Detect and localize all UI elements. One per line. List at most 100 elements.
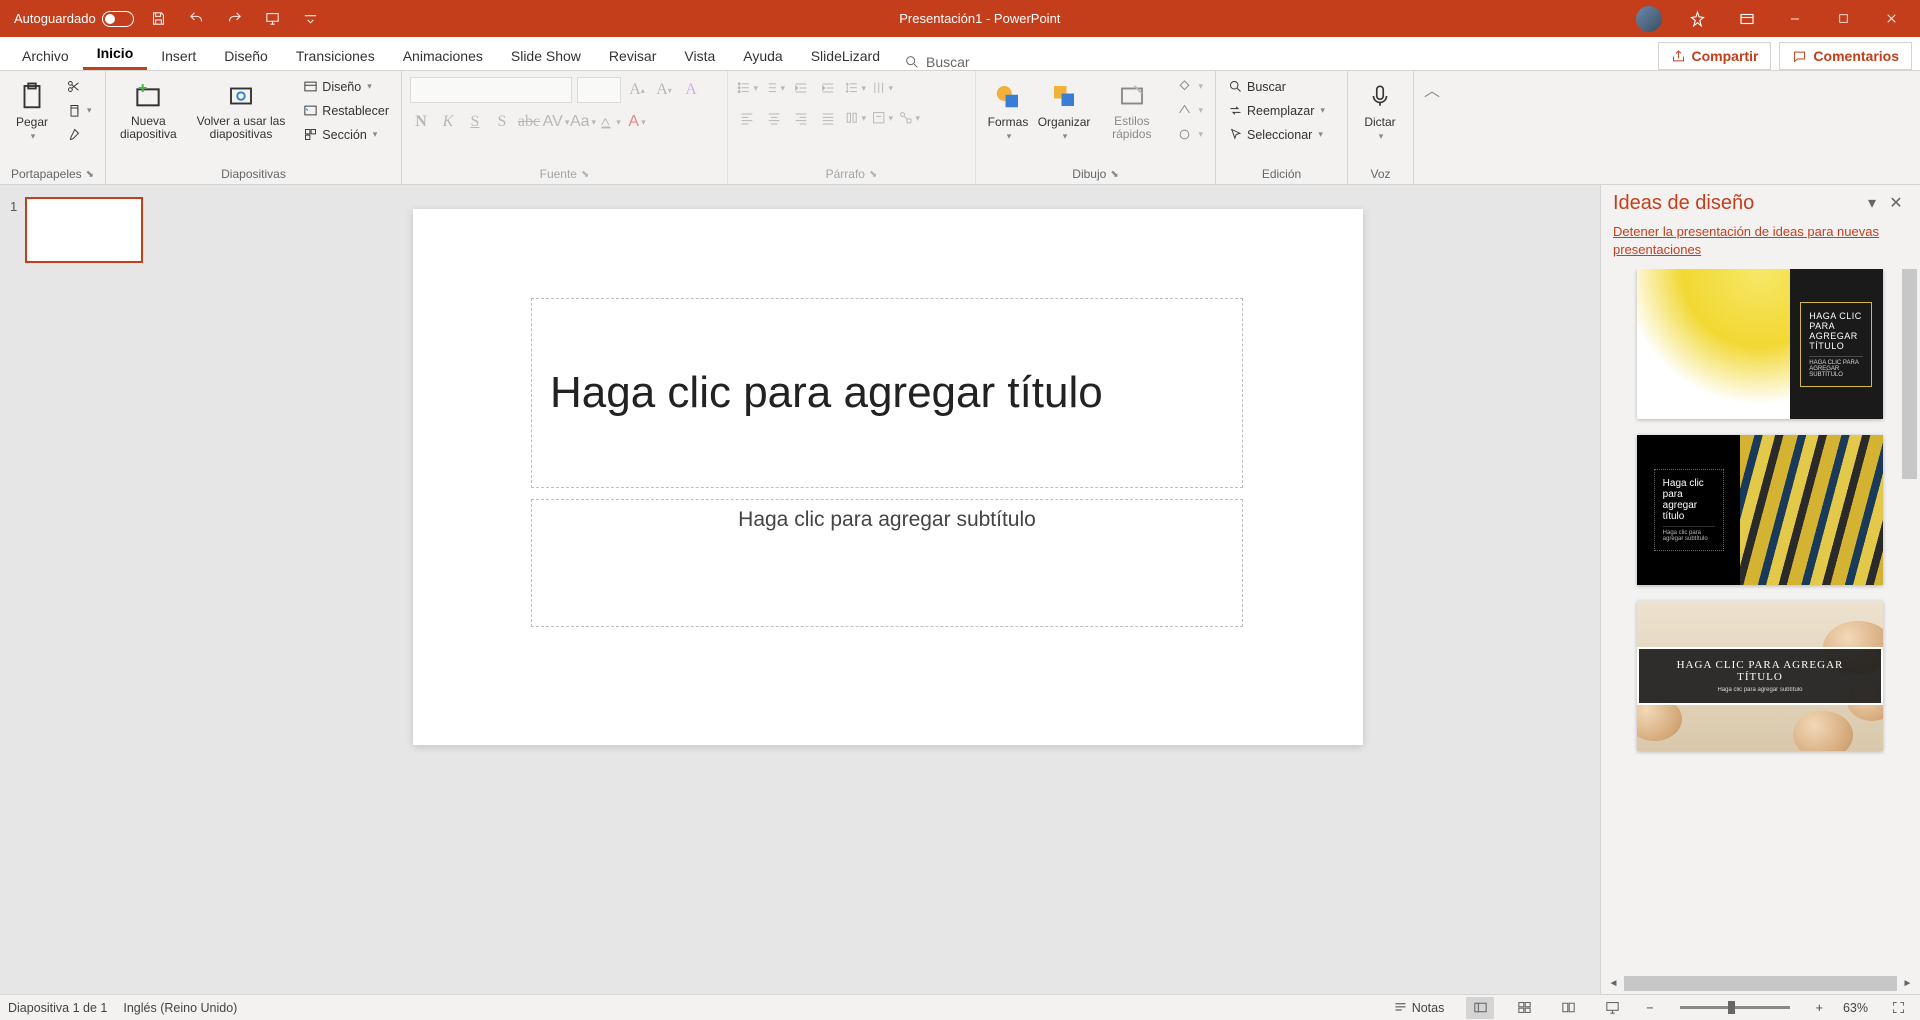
clear-format-button[interactable]: A [680,79,702,101]
design-idea-3[interactable]: HAGA CLIC PARA AGREGAR TÍTULOHaga clic p… [1637,601,1883,751]
increase-indent-button[interactable] [817,77,839,99]
dictate-button[interactable]: Dictar▾ [1356,75,1404,146]
font-name-combo[interactable] [410,77,572,103]
coming-soon-button[interactable] [1676,0,1722,37]
tab-revisar[interactable]: Revisar [595,41,670,70]
close-button[interactable] [1868,0,1914,37]
autosave-toggle[interactable]: Autoguardado [14,11,134,27]
format-painter-button[interactable] [62,125,96,144]
reading-view-button[interactable] [1554,997,1582,1019]
find-button[interactable]: Buscar [1224,77,1329,96]
stop-ideas-link[interactable]: Detener la presentación de ideas para nu… [1601,221,1920,269]
decrease-indent-button[interactable] [790,77,812,99]
section-button[interactable]: Sección▾ [299,125,393,144]
subtitle-placeholder[interactable]: Haga clic para agregar subtítulo [531,499,1243,627]
normal-view-button[interactable] [1466,997,1494,1019]
underline-button[interactable]: S [464,111,486,133]
numbering-button[interactable]: ▾ [763,77,785,99]
grow-font-button[interactable]: A▴ [626,79,648,101]
shape-effects-button[interactable]: ▾ [1173,125,1207,144]
align-right-button[interactable] [790,107,812,129]
language-indicator[interactable]: Inglés (Reino Unido) [123,1001,237,1015]
design-idea-2[interactable]: Haga clic para agregar títuloHaga clic p… [1637,435,1883,585]
tab-slidelizard[interactable]: SlideLizard [797,41,894,70]
display-options-button[interactable] [1724,0,1770,37]
pane-horizontal-scrollbar[interactable]: ◄► [1605,975,1916,992]
save-button[interactable] [146,6,172,32]
zoom-level[interactable]: 63% [1843,1001,1868,1015]
tab-animaciones[interactable]: Animaciones [389,41,497,70]
highlight-button[interactable]: ▾ [599,111,621,133]
qat-customize-button[interactable] [298,6,324,32]
dialog-launcher-icon[interactable]: ⬊ [869,169,877,180]
fit-to-window-button[interactable] [1884,997,1912,1019]
align-left-button[interactable] [736,107,758,129]
shapes-button[interactable]: Formas▾ [984,75,1032,146]
tell-me-search[interactable]: Buscar [894,54,980,70]
select-button[interactable]: Seleccionar▾ [1224,125,1329,144]
strikethrough-button[interactable]: abc [518,111,540,133]
share-button[interactable]: Compartir [1658,42,1772,70]
tab-transiciones[interactable]: Transiciones [282,41,389,70]
paste-button[interactable]: Pegar ▾ [8,75,56,146]
pane-options-button[interactable]: ▾ [1860,191,1884,215]
shape-fill-button[interactable]: ▾ [1173,77,1207,96]
zoom-in-button[interactable]: + [1812,1001,1827,1015]
slideshow-from-start-button[interactable] [260,6,286,32]
tab-vista[interactable]: Vista [670,41,729,70]
italic-button[interactable]: K [437,111,459,133]
sorter-view-button[interactable] [1510,997,1538,1019]
arrange-button[interactable]: Organizar▾ [1038,75,1090,146]
title-placeholder[interactable]: Haga clic para agregar título [531,298,1243,488]
bold-button[interactable]: N [410,111,432,133]
line-spacing-button[interactable]: ▾ [844,77,866,99]
notes-toggle[interactable]: Notas [1387,1000,1451,1015]
comments-button[interactable]: Comentarios [1779,42,1912,70]
tab-archivo[interactable]: Archivo [8,41,83,70]
bullets-button[interactable]: ▾ [736,77,758,99]
slideshow-view-button[interactable] [1598,997,1626,1019]
tab-diseno[interactable]: Diseño [210,41,282,70]
justify-button[interactable] [817,107,839,129]
reuse-slides-button[interactable]: Volver a usar las diapositivas [189,75,294,145]
zoom-out-button[interactable]: − [1642,1001,1657,1015]
copy-button[interactable]: ▾ [62,101,96,120]
cut-button[interactable] [62,77,96,96]
collapse-ribbon-button[interactable]: ︿ [1414,71,1450,107]
slide-editing-area[interactable]: Haga clic para agregar título Haga clic … [176,185,1600,994]
slide-thumbnails-panel[interactable]: 1 [0,185,176,994]
smartart-button[interactable]: ▾ [898,107,920,129]
shape-outline-button[interactable]: ▾ [1173,101,1207,120]
minimize-button[interactable] [1772,0,1818,37]
thumbnail-row[interactable]: 1 [10,197,166,263]
slide-counter[interactable]: Diapositiva 1 de 1 [8,1001,107,1015]
slide-canvas[interactable]: Haga clic para agregar título Haga clic … [413,209,1363,745]
pane-vertical-scrollbar[interactable] [1901,269,1918,961]
dialog-launcher-icon[interactable]: ⬊ [86,169,94,180]
new-slide-button[interactable]: Nueva diapositiva [114,75,183,145]
maximize-button[interactable] [1820,0,1866,37]
redo-button[interactable] [222,6,248,32]
change-case-button[interactable]: Aa▾ [572,111,594,133]
align-center-button[interactable] [763,107,785,129]
text-direction-button[interactable]: ▾ [871,77,893,99]
char-spacing-button[interactable]: AV▾ [545,111,567,133]
account-avatar[interactable] [1636,6,1662,32]
pane-close-button[interactable]: ✕ [1884,191,1908,215]
shrink-font-button[interactable]: A▾ [653,79,675,101]
dialog-launcher-icon[interactable]: ⬊ [581,169,589,180]
columns-button[interactable]: ▾ [844,107,866,129]
tab-slideshow[interactable]: Slide Show [497,41,595,70]
tab-ayuda[interactable]: Ayuda [729,41,796,70]
tab-inicio[interactable]: Inicio [83,38,148,70]
align-text-button[interactable]: ▾ [871,107,893,129]
zoom-slider[interactable] [1680,1006,1790,1009]
undo-button[interactable] [184,6,210,32]
font-color-button[interactable]: A▾ [626,111,648,133]
layout-button[interactable]: Diseño▾ [299,77,393,96]
quick-styles-button[interactable]: Estilos rápidos [1096,75,1167,145]
thumbnail-slide-1[interactable] [25,197,143,263]
tab-insert[interactable]: Insert [147,41,210,70]
replace-button[interactable]: Reemplazar▾ [1224,101,1329,120]
design-idea-1[interactable]: HAGA CLIC PARA AGREGAR TÍTULOHAGA CLIC P… [1637,269,1883,419]
